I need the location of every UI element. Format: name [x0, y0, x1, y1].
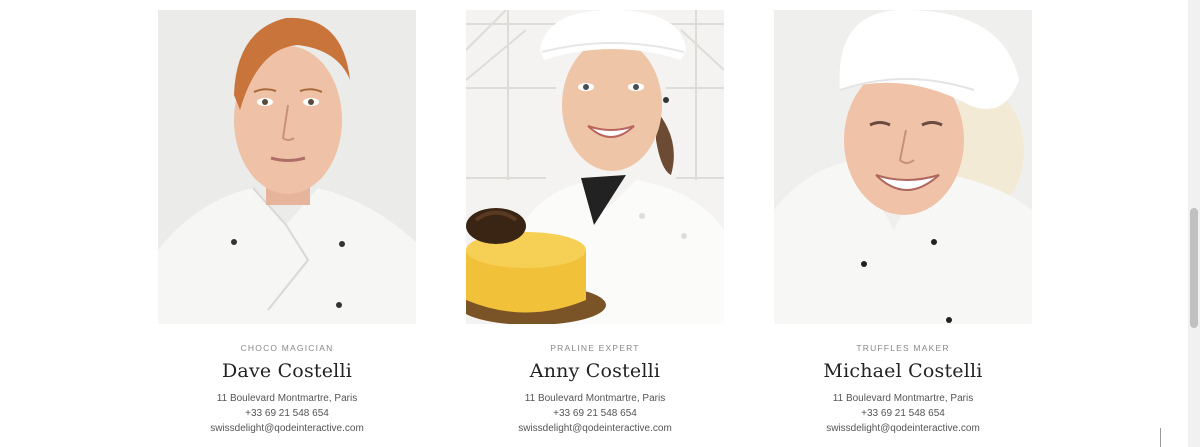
- team-member-name[interactable]: Michael Costelli: [774, 360, 1032, 382]
- team-member-role: TRUFFLES MAKER: [856, 343, 950, 353]
- team-member-card: TRUFFLES MAKER Michael Costelli 11 Boule…: [774, 10, 1032, 436]
- divider: [1160, 428, 1161, 447]
- scrollbar-thumb[interactable]: [1190, 208, 1198, 328]
- team-member-contact: 11 Boulevard Montmartre, Paris +33 69 21…: [158, 391, 416, 436]
- team-member-address: 11 Boulevard Montmartre, Paris: [524, 393, 666, 404]
- team-section: CHOCO MAGICIAN Dave Costelli 11 Boulevar…: [0, 0, 1188, 447]
- team-member-card: CHOCO MAGICIAN Dave Costelli 11 Boulevar…: [158, 10, 416, 436]
- team-member-address: 11 Boulevard Montmartre, Paris: [216, 393, 358, 404]
- team-member-card: PRALINE EXPERT Anny Costelli 11 Boulevar…: [466, 10, 724, 436]
- team-member-address: 11 Boulevard Montmartre, Paris: [832, 393, 974, 404]
- chef-portrait-image: [158, 10, 416, 324]
- team-member-role: CHOCO MAGICIAN: [240, 343, 334, 353]
- page-scrollbar[interactable]: [1188, 0, 1200, 447]
- team-member-photo[interactable]: [158, 10, 416, 324]
- team-member-email[interactable]: swissdelight@qodeinteractive.com: [774, 421, 1032, 436]
- team-member-phone[interactable]: +33 69 21 548 654: [774, 406, 1032, 421]
- team-member-email[interactable]: swissdelight@qodeinteractive.com: [466, 421, 724, 436]
- team-member-contact: 11 Boulevard Montmartre, Paris +33 69 21…: [466, 391, 724, 436]
- team-member-photo[interactable]: [466, 10, 724, 324]
- team-member-email[interactable]: swissdelight@qodeinteractive.com: [158, 421, 416, 436]
- chef-with-cake-image: [466, 10, 724, 324]
- team-member-role: PRALINE EXPERT: [550, 343, 640, 353]
- team-member-contact: 11 Boulevard Montmartre, Paris +33 69 21…: [774, 391, 1032, 436]
- team-member-phone[interactable]: +33 69 21 548 654: [466, 406, 724, 421]
- senior-chef-portrait-image: [774, 10, 1032, 324]
- team-member-photo[interactable]: [774, 10, 1032, 324]
- team-member-name[interactable]: Dave Costelli: [158, 360, 416, 382]
- team-member-name[interactable]: Anny Costelli: [466, 360, 724, 382]
- team-member-phone[interactable]: +33 69 21 548 654: [158, 406, 416, 421]
